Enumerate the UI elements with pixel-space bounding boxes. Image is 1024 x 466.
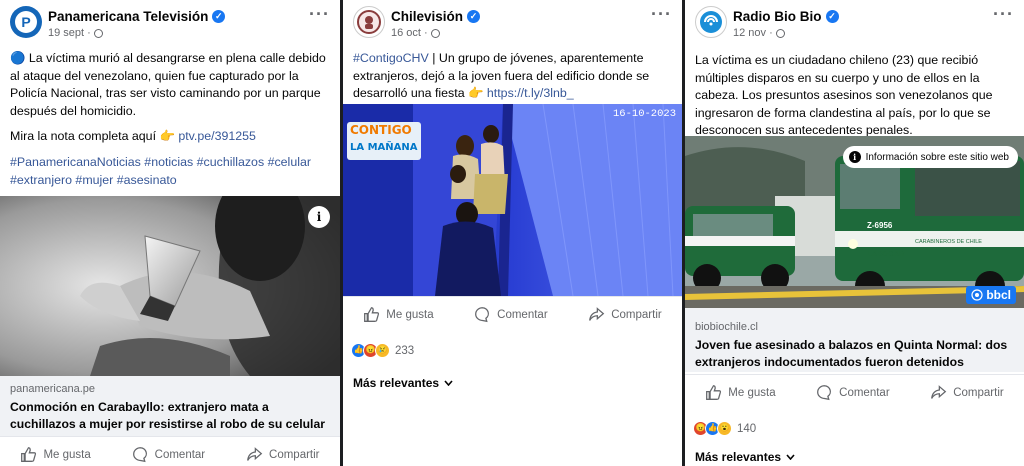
share-button[interactable]: Compartir xyxy=(588,306,662,323)
brand-badge: bbcl xyxy=(966,286,1016,304)
knife-attack-photo xyxy=(0,196,340,376)
page-name[interactable]: Radio Bio Bio ✓ xyxy=(733,9,839,24)
link-domain: biobiochile.cl xyxy=(695,321,758,333)
share-button[interactable]: Compartir xyxy=(246,446,320,463)
share-icon xyxy=(589,307,605,321)
comment-button[interactable]: Comentar xyxy=(816,384,890,401)
verified-badge-icon: ✓ xyxy=(467,10,481,23)
globe-icon xyxy=(430,28,440,38)
comment-sort-dropdown[interactable]: Más relevantes xyxy=(695,450,795,464)
post-header: Chilevisión ✓ 16 oct · ··· xyxy=(343,0,682,46)
post-actions: Me gusta Comentar Compartir xyxy=(0,436,340,466)
van-number: Z-6956 xyxy=(867,221,893,230)
reaction-summary[interactable]: 👍 😠 😢 233 xyxy=(351,343,414,358)
like-button[interactable]: Me gusta xyxy=(20,446,91,463)
link-domain: panamericana.pe xyxy=(10,383,96,395)
post-link[interactable]: ptv.pe/391255 xyxy=(178,129,256,143)
like-button[interactable]: Me gusta xyxy=(705,384,776,401)
post-paragraph: Mira la nota completa aquí 👉 ptv.pe/3912… xyxy=(10,129,256,144)
verified-badge-icon: ✓ xyxy=(825,10,839,23)
post-image[interactable]: CARABINEROS DE CHILE Z-6956 LABOCAR i In… xyxy=(685,136,1024,308)
post-date[interactable]: 19 sept · xyxy=(48,27,103,39)
post-date[interactable]: 16 oct · xyxy=(391,27,440,39)
globe-icon xyxy=(775,28,785,38)
chevron-down-icon xyxy=(786,454,795,460)
post-paragraph: La víctima es un ciudadano chileno (23) … xyxy=(695,53,993,138)
comment-icon xyxy=(817,385,832,401)
van-label: CARABINEROS DE CHILE xyxy=(915,239,982,245)
page-avatar[interactable] xyxy=(695,6,727,38)
link-preview[interactable]: panamericana.pe Conmoción en Carabayllo:… xyxy=(0,376,340,436)
share-icon xyxy=(931,385,947,399)
video-timestamp: 16-10-2023 xyxy=(613,108,676,120)
more-options-icon[interactable]: ··· xyxy=(309,4,330,25)
post-header: P Panamericana Televisión ✓ 19 sept · ··· xyxy=(0,0,340,46)
post-image[interactable]: i xyxy=(0,196,340,376)
page-avatar[interactable] xyxy=(353,6,385,38)
more-options-icon[interactable]: ··· xyxy=(651,4,672,25)
comment-button[interactable]: Comentar xyxy=(132,446,205,463)
tv-show-logo: CONTIGO LA MAÑANA xyxy=(347,122,421,160)
website-info-chip[interactable]: i Información sobre este sitio web xyxy=(842,146,1018,168)
reaction-count: 233 xyxy=(395,344,415,357)
comment-sort-dropdown[interactable]: Más relevantes xyxy=(353,376,453,390)
sad-reaction-icon: 😢 xyxy=(375,343,390,358)
page-name[interactable]: Panamericana Televisión ✓ xyxy=(48,9,226,24)
link-preview[interactable]: biobiochile.cl Joven fue asesinado a bal… xyxy=(685,308,1024,372)
reaction-count: 140 xyxy=(737,422,757,435)
feed-screens: P Panamericana Televisión ✓ 19 sept · ···… xyxy=(0,0,1024,466)
post-paragraph: 🔵 La víctima murió al desangrarse en ple… xyxy=(10,51,326,118)
share-icon xyxy=(247,447,263,461)
info-icon: i xyxy=(848,151,861,163)
post-text: 🔵 La víctima murió al desangrarse en ple… xyxy=(10,50,332,197)
comment-icon xyxy=(132,447,147,463)
comment-icon xyxy=(475,307,490,323)
post-hashtags[interactable]: #PanamericanaNoticias #noticias #cuchill… xyxy=(10,154,332,189)
comment-button[interactable]: Comentar xyxy=(474,306,548,323)
svg-text:P: P xyxy=(21,14,30,30)
radio-wave-icon xyxy=(971,289,983,301)
van-unit: LABOCAR xyxy=(867,249,905,258)
post-card-chilevision: Chilevisión ✓ 16 oct · ··· #ContigoCHV | … xyxy=(343,0,682,466)
thumbs-up-icon xyxy=(364,307,380,322)
reaction-summary[interactable]: 😠 👍 😮 140 xyxy=(693,421,756,436)
verified-badge-icon: ✓ xyxy=(212,10,226,23)
post-hashtag[interactable]: #ContigoCHV xyxy=(353,51,429,65)
post-text: #ContigoCHV | Un grupo de jóvenes, apare… xyxy=(353,50,674,111)
post-actions: Me gusta Comentar Compartir xyxy=(343,296,682,332)
post-actions: Me gusta Comentar Compartir xyxy=(685,374,1024,410)
info-icon[interactable]: i xyxy=(308,206,330,228)
post-video[interactable]: 16-10-2023 CONTIGO LA MAÑANA xyxy=(343,104,682,296)
post-card-panamericana: P Panamericana Televisión ✓ 19 sept · ···… xyxy=(0,0,340,466)
like-button[interactable]: Me gusta xyxy=(363,306,434,323)
more-options-icon[interactable]: ··· xyxy=(993,4,1014,25)
thumbs-up-icon xyxy=(21,447,37,462)
thumbs-up-icon xyxy=(706,385,722,400)
post-card-biobio: Radio Bio Bio ✓ 12 nov · ··· La víctima e… xyxy=(685,0,1024,466)
globe-icon xyxy=(93,28,103,38)
link-title: Joven fue asesinado a balazos en Quinta … xyxy=(695,338,1008,369)
post-link[interactable]: https://t.ly/3lnb_ xyxy=(487,86,574,100)
post-header: Radio Bio Bio ✓ 12 nov · ··· xyxy=(685,0,1024,46)
page-name[interactable]: Chilevisión ✓ xyxy=(391,9,481,24)
chevron-down-icon xyxy=(444,380,453,386)
page-avatar[interactable]: P xyxy=(10,6,42,38)
post-text: La víctima es un ciudadano chileno (23) … xyxy=(695,52,1016,148)
share-button[interactable]: Compartir xyxy=(930,384,1004,401)
post-paragraph: #ContigoCHV | Un grupo de jóvenes, apare… xyxy=(353,51,650,101)
wow-reaction-icon: 😮 xyxy=(717,421,732,436)
link-title: Conmoción en Carabayllo: extranjero mata… xyxy=(10,400,325,431)
post-date[interactable]: 12 nov · xyxy=(733,27,785,39)
